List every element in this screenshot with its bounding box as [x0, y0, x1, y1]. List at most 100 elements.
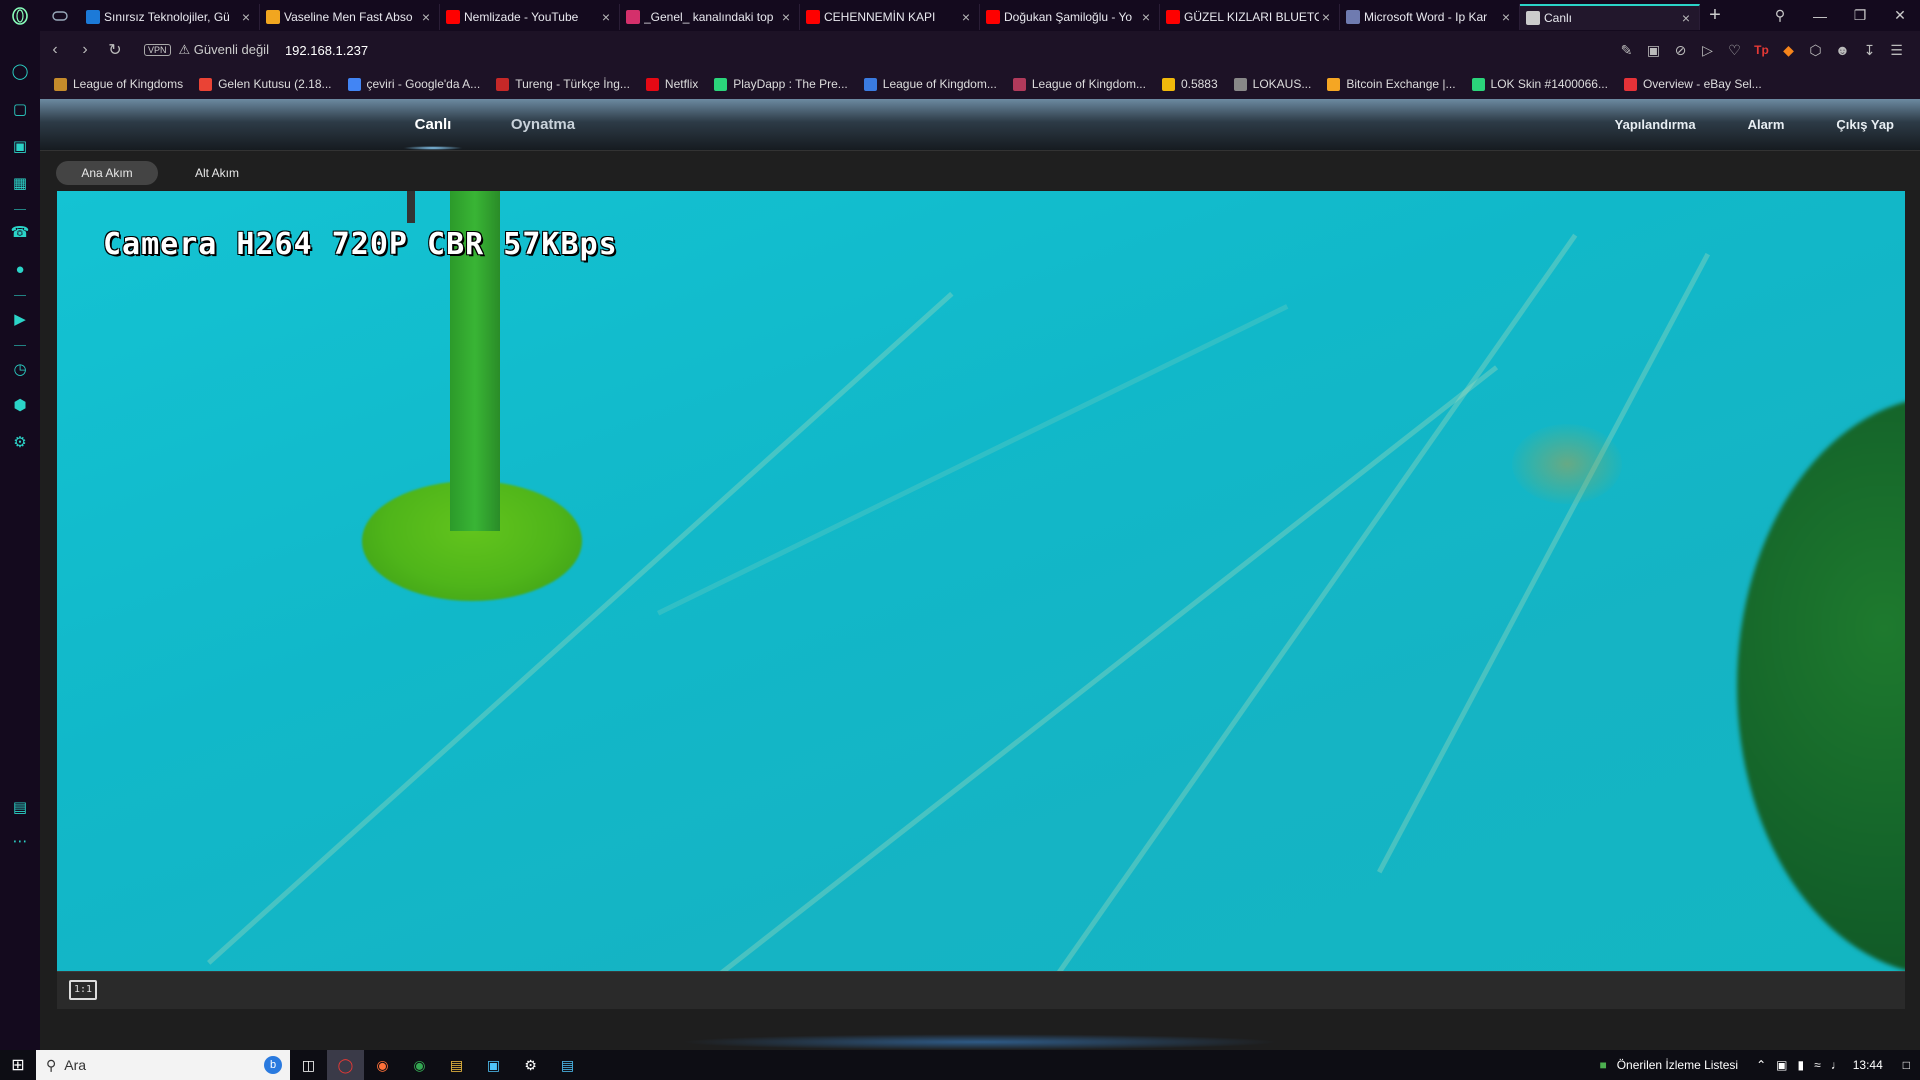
nav-live[interactable]: Canlı	[378, 99, 488, 150]
snapshots-icon[interactable]: ▤	[9, 797, 31, 819]
twitch-icon[interactable]: ▣	[9, 136, 31, 158]
bookmark-item[interactable]: LOK Skin #1400066...	[1471, 77, 1608, 91]
twitter-icon[interactable]: ●	[9, 259, 31, 281]
security-indicator[interactable]: ⚠ Güvenli değil	[179, 42, 269, 58]
tp-extension-icon[interactable]: Tp	[1748, 43, 1775, 57]
url-field[interactable]: 192.168.1.237	[285, 43, 368, 58]
menu-icon[interactable]: ☰	[1883, 42, 1910, 59]
tab-close-icon[interactable]: ×	[1499, 9, 1513, 25]
browser-tab[interactable]: Microsoft Word - Ip Kar ×	[1340, 4, 1520, 30]
reload-button[interactable]: ↻	[100, 40, 130, 60]
gamepad-icon[interactable]	[40, 0, 80, 31]
watchlist-label[interactable]: Önerilen İzleme Listesi	[1617, 1058, 1738, 1072]
tab-close-icon[interactable]: ×	[419, 9, 433, 25]
windows-taskbar: ⊞ ⚲ Ara b ◫ ◯ ◉ ◉ ▤ ▣ ⚙ ▤ ■ Önerilen İzl…	[0, 1050, 1920, 1080]
cube-icon[interactable]: ⬡	[1802, 42, 1829, 59]
tab-close-icon[interactable]: ×	[239, 9, 253, 25]
volume-icon[interactable]: ♩	[1831, 1058, 1843, 1072]
bookmark-item[interactable]: LOKAUS...	[1233, 77, 1311, 91]
tab-close-icon[interactable]: ×	[1139, 9, 1153, 25]
browser-tab[interactable]: Sınırsız Teknolojiler, Gü ×	[80, 4, 260, 30]
firefox-taskbar-icon[interactable]: ◉	[364, 1050, 401, 1080]
original-size-button[interactable]: 1:1	[69, 980, 97, 1000]
more-icon[interactable]: ⋯	[9, 831, 31, 853]
notifications-icon[interactable]: □	[1903, 1058, 1910, 1072]
battery-icon[interactable]: ▮	[1798, 1058, 1805, 1072]
watchlist-icon[interactable]: ■	[1599, 1058, 1606, 1072]
browser-tab[interactable]: GÜZEL KIZLARI BLUETO ×	[1160, 4, 1340, 30]
gx-control-icon[interactable]: ◯	[9, 61, 31, 83]
bookmark-item[interactable]: League of Kingdom...	[863, 77, 997, 91]
clock[interactable]: 13:44	[1853, 1058, 1883, 1072]
browser-tab[interactable]: Vaseline Men Fast Abso ×	[260, 4, 440, 30]
gx-corner-icon[interactable]: ▦	[9, 173, 31, 195]
browser-tab[interactable]: _Genel_ kanalındaki top ×	[620, 4, 800, 30]
chrome-taskbar-icon[interactable]: ◉	[401, 1050, 438, 1080]
profile-icon[interactable]: ☻	[1829, 42, 1856, 58]
share-icon[interactable]: ✎	[1613, 42, 1640, 59]
search-tabs-icon[interactable]: ⚲	[1760, 7, 1800, 24]
main-stream-button[interactable]: Ana Akım	[56, 161, 158, 185]
file-explorer-taskbar-icon[interactable]: ▤	[438, 1050, 475, 1080]
heart-icon[interactable]: ♡	[1721, 42, 1748, 59]
tab-close-icon[interactable]: ×	[779, 9, 793, 25]
whatsapp-icon[interactable]: ☎	[9, 222, 31, 244]
tab-close-icon[interactable]: ×	[1319, 9, 1333, 25]
metamask-icon[interactable]: ◆	[1775, 42, 1802, 59]
nav-logout[interactable]: Çıkış Yap	[1810, 99, 1920, 150]
opera-logo-icon[interactable]	[0, 0, 40, 31]
remote-desktop-taskbar-icon[interactable]: ▤	[549, 1050, 586, 1080]
app-taskbar-icon[interactable]: ▣	[475, 1050, 512, 1080]
nav-playback[interactable]: Oynatma	[488, 99, 598, 150]
tab-favicon-icon	[86, 10, 100, 24]
tray-chevron-icon[interactable]: ⌃	[1756, 1058, 1766, 1072]
extensions-icon[interactable]: ⬢	[9, 395, 31, 417]
close-window-button[interactable]: ✕	[1880, 7, 1920, 24]
bookmark-item[interactable]: Gelen Kutusu (2.18...	[199, 77, 332, 91]
browser-tab[interactable]: CEHENNEMİN KAPI ×	[800, 4, 980, 30]
player-icon[interactable]: ▶	[9, 309, 31, 331]
live-video-feed[interactable]: Camera H264 720P CBR 57KBps	[57, 191, 1905, 971]
bookmark-item[interactable]: Tureng - Türkçe İng...	[496, 77, 630, 91]
tab-close-icon[interactable]: ×	[599, 9, 613, 25]
settings-icon[interactable]: ⚙	[9, 432, 31, 454]
bookmark-item[interactable]: League of Kingdom...	[1012, 77, 1146, 91]
windows-start-icon[interactable]: ⊞	[0, 1055, 36, 1075]
bookmark-item[interactable]: PlayDapp : The Pre...	[714, 77, 848, 91]
vpn-badge[interactable]: VPN	[144, 44, 171, 56]
task-view-icon[interactable]: ◫	[290, 1050, 327, 1080]
send-icon[interactable]: ▷	[1694, 42, 1721, 59]
tray-device-icon[interactable]: ▣	[1776, 1058, 1787, 1072]
bookmark-item[interactable]: çeviri - Google'da A...	[347, 77, 480, 91]
back-button[interactable]: ‹	[40, 41, 70, 59]
tab-close-icon[interactable]: ×	[1679, 10, 1693, 26]
browser-tab[interactable]: Canlı ×	[1520, 4, 1700, 30]
download-icon[interactable]: ↧	[1856, 42, 1883, 59]
sub-stream-button[interactable]: Alt Akım	[178, 161, 256, 185]
restore-button[interactable]: ❐	[1840, 7, 1880, 24]
browser-tab[interactable]: Doğukan Şamiloğlu - Yo ×	[980, 4, 1160, 30]
tab-close-icon[interactable]: ×	[959, 9, 973, 25]
forward-button[interactable]: ›	[70, 41, 100, 59]
nav-alarm[interactable]: Alarm	[1722, 99, 1811, 150]
settings-taskbar-icon[interactable]: ⚙	[512, 1050, 549, 1080]
bing-icon[interactable]: b	[264, 1056, 282, 1074]
bookmark-item[interactable]: Overview - eBay Sel...	[1623, 77, 1762, 91]
nav-configuration[interactable]: Yapılandırma	[1589, 99, 1722, 150]
bookmark-item[interactable]: 0.5883	[1161, 77, 1218, 91]
gx-store-icon[interactable]: ▢	[9, 99, 31, 121]
minimize-button[interactable]: —	[1800, 8, 1840, 24]
bookmark-label: PlayDapp : The Pre...	[733, 77, 848, 91]
bookmark-item[interactable]: Netflix	[645, 77, 698, 91]
bookmark-item[interactable]: Bitcoin Exchange |...	[1327, 77, 1456, 91]
tab-label: GÜZEL KIZLARI BLUETO	[1184, 10, 1319, 24]
taskbar-search[interactable]: ⚲ Ara b	[36, 1050, 290, 1080]
snapshot-icon[interactable]: ▣	[1640, 42, 1667, 59]
wifi-icon[interactable]: ≈	[1814, 1058, 1821, 1072]
opera-gx-taskbar-icon[interactable]: ◯	[327, 1050, 364, 1080]
new-tab-button[interactable]: +	[1700, 4, 1730, 27]
bookmark-item[interactable]: League of Kingdoms	[54, 77, 183, 91]
adblock-icon[interactable]: ⊘	[1667, 42, 1694, 59]
browser-tab[interactable]: Nemlizade - YouTube ×	[440, 4, 620, 30]
history-icon[interactable]: ◷	[9, 359, 31, 381]
